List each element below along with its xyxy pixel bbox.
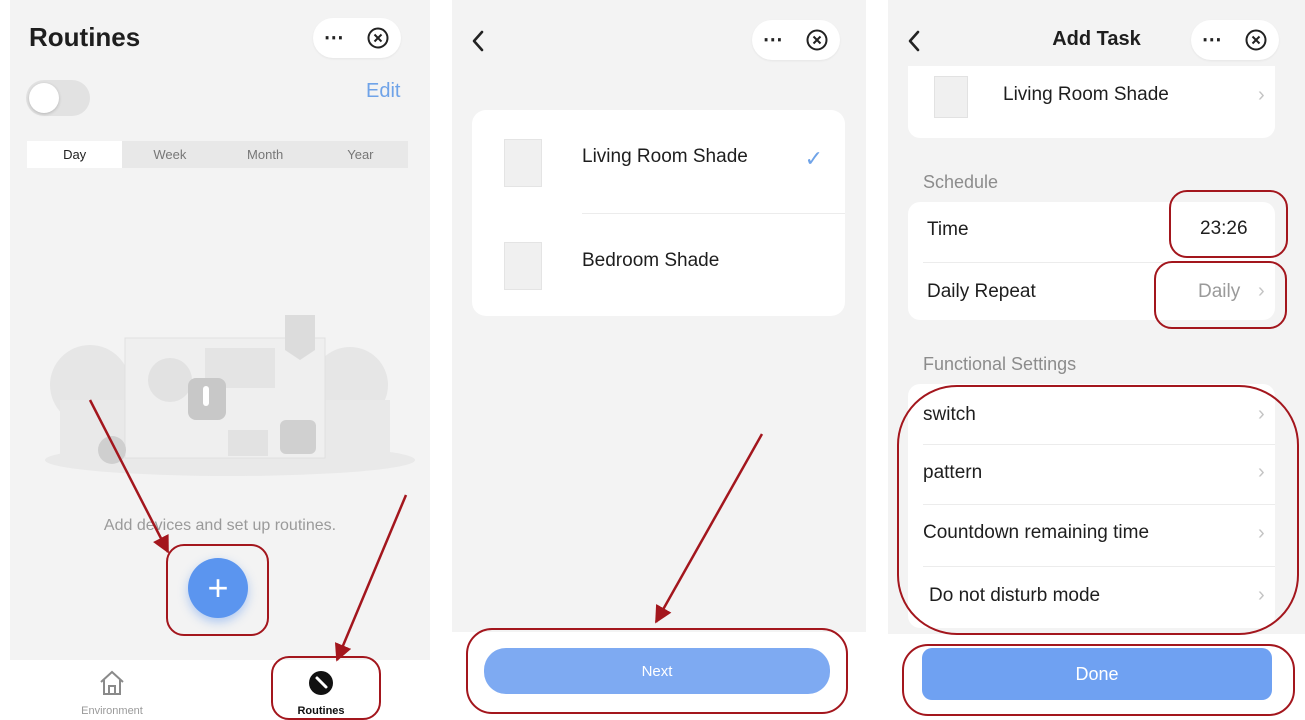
annotation-arrow (335, 494, 408, 662)
annotation-arrow (88, 399, 170, 554)
annotation-arrows (88, 399, 764, 662)
annotation-arrow (654, 433, 764, 624)
